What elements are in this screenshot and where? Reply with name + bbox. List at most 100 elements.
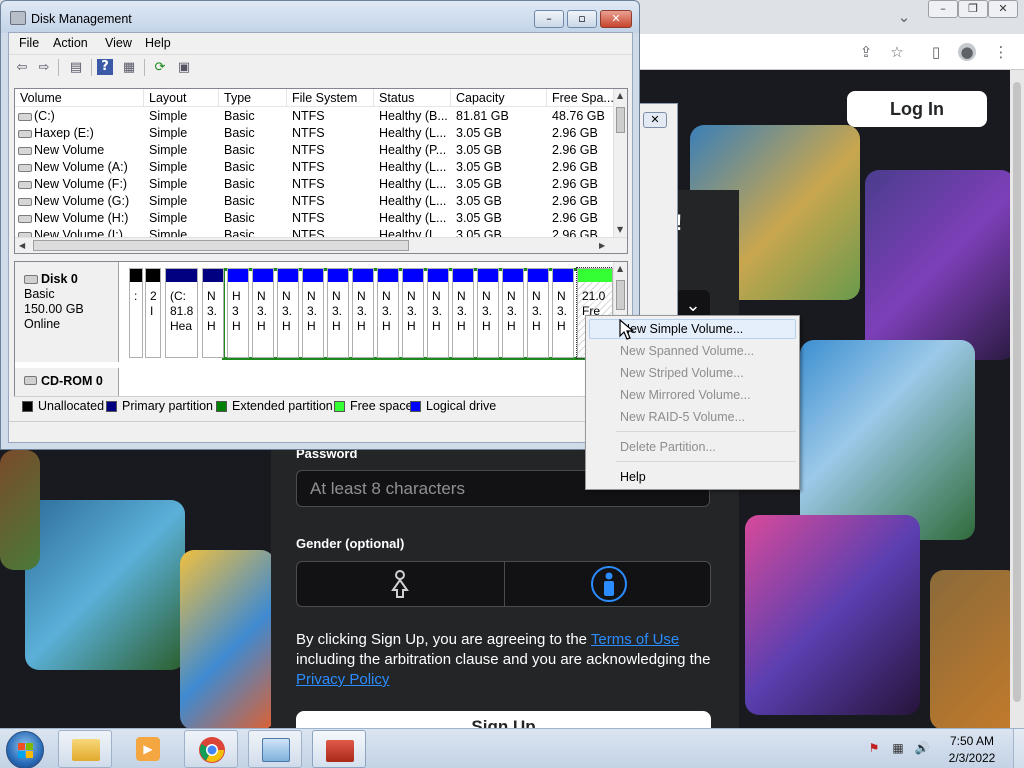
clock-date[interactable]: 2/3/2022 <box>940 751 1004 765</box>
tab-search-chevron-icon[interactable]: ⌄ <box>895 8 913 26</box>
menu-help[interactable]: Help <box>145 36 171 50</box>
bookmark-star-icon[interactable]: ☆ <box>888 43 906 61</box>
privacy-policy-link[interactable]: Privacy Policy <box>296 671 389 688</box>
column-header-volume[interactable]: Volume <box>15 89 144 107</box>
scroll-up-arrow-icon[interactable]: ▲ <box>617 91 623 100</box>
taskbar-chrome[interactable] <box>184 730 238 768</box>
column-header-type[interactable]: Type <box>219 89 287 107</box>
scroll-up-arrow-icon[interactable]: ▲ <box>617 264 623 273</box>
scroll-thumb[interactable] <box>616 107 625 133</box>
menu-item-new-mirrored-volume[interactable]: New Mirrored Volume... <box>589 385 796 405</box>
partition-logical[interactable]: N 3. H <box>327 268 349 358</box>
partition-unallocated[interactable]: : <box>129 268 143 358</box>
menu-item-new-spanned-volume[interactable]: New Spanned Volume... <box>589 341 796 361</box>
taskbar-media-player[interactable]: ▶ <box>120 730 174 768</box>
partition-label: N 3. H <box>357 289 367 334</box>
gender-male-button[interactable] <box>505 562 712 606</box>
maximize-button[interactable]: ▫ <box>567 10 597 28</box>
clock-time[interactable]: 7:50 AM <box>940 734 1004 748</box>
partition-logical[interactable]: N 3. H <box>502 268 524 358</box>
volume-speaker-icon[interactable]: 🔊 <box>914 740 930 756</box>
cdrom-label[interactable]: CD-ROM 0 <box>15 368 119 398</box>
partition-logical[interactable]: N 3. H <box>352 268 374 358</box>
partition-logical[interactable]: N 3. H <box>377 268 399 358</box>
partition-logical[interactable]: N 3. H <box>452 268 474 358</box>
column-header-capacity[interactable]: Capacity <box>451 89 547 107</box>
partition-logical[interactable]: H3H <box>227 268 249 358</box>
partition-primary[interactable]: N 3. H <box>202 268 224 358</box>
back-arrow-icon[interactable]: ⇦ <box>12 58 32 77</box>
column-header-free-space[interactable]: Free Spa... <box>547 89 615 107</box>
scroll-left-arrow-icon[interactable]: ◀ <box>19 241 25 250</box>
menu-item-delete-partition[interactable]: Delete Partition... <box>589 437 796 457</box>
close-button[interactable]: ✕ <box>600 10 632 28</box>
dialog-close-icon[interactable]: ✕ <box>643 112 667 128</box>
help-icon[interactable]: ? <box>97 59 113 75</box>
column-header-status[interactable]: Status <box>374 89 451 107</box>
gender-female-button[interactable] <box>297 562 504 606</box>
horizontal-scroll-thumb[interactable] <box>33 240 409 251</box>
volume-row[interactable]: (C:) Simple Basic NTFS Healthy (B... 81.81 GB… <box>15 108 615 125</box>
properties-icon[interactable]: ▦ <box>119 58 139 77</box>
partition-logical[interactable]: N 3. H <box>402 268 424 358</box>
side-panel-icon[interactable]: ▯ <box>927 43 945 61</box>
menu-item-new-raid5-volume[interactable]: New RAID-5 Volume... <box>589 407 796 427</box>
volume-row[interactable]: New Volume (F:) Simple Basic NTFS Healthy (L… <box>15 176 615 193</box>
browser-minimize-button[interactable]: – <box>928 0 958 18</box>
partition-logical[interactable]: N 3. H <box>477 268 499 358</box>
show-desktop-button[interactable] <box>1013 729 1024 768</box>
volume-row[interactable]: New Volume (A:) Simple Basic NTFS Healthy (L… <box>15 159 615 176</box>
partition-logical[interactable]: N 3. H <box>277 268 299 358</box>
show-hide-tree-icon[interactable]: ▤ <box>66 58 86 77</box>
rescan-disks-icon[interactable]: ▣ <box>174 58 194 77</box>
browser-menu-icon[interactable]: ⋮ <box>992 43 1010 61</box>
legend-label: Primary partition <box>122 399 213 413</box>
disk0-label[interactable]: Disk 0 Basic 150.00 GB Online <box>15 262 119 362</box>
partition-logical[interactable]: N 3. H <box>527 268 549 358</box>
profile-avatar-icon[interactable]: ● <box>958 43 976 61</box>
scroll-thumb[interactable] <box>616 280 625 310</box>
taskbar-computer-management[interactable] <box>312 730 366 768</box>
menu-file[interactable]: File <box>19 36 39 50</box>
scroll-right-arrow-icon[interactable]: ▶ <box>599 241 605 250</box>
column-header-layout[interactable]: Layout <box>144 89 219 107</box>
login-button[interactable]: Log In <box>847 91 987 127</box>
partition-logical[interactable]: N 3. H <box>302 268 324 358</box>
volume-row[interactable]: New Volume (G:) Simple Basic NTFS Healthy (L… <box>15 193 615 210</box>
page-scrollbar-thumb[interactable] <box>1013 82 1021 702</box>
network-icon[interactable]: ▦ <box>890 740 906 756</box>
partition-logical[interactable]: N 3. H <box>252 268 274 358</box>
volume-row[interactable]: New Volume (H:) Simple Basic NTFS Healthy (L… <box>15 210 615 227</box>
page-scrollbar[interactable] <box>1010 70 1024 730</box>
taskbar-control-panel[interactable] <box>248 730 302 768</box>
scroll-down-arrow-icon[interactable]: ▼ <box>617 225 623 234</box>
partition-logical[interactable]: N 3. H <box>552 268 574 358</box>
start-button[interactable] <box>6 731 44 768</box>
minimize-button[interactable]: – <box>534 10 564 28</box>
menu-item-new-striped-volume[interactable]: New Striped Volume... <box>589 363 796 383</box>
volume-row[interactable]: New Volume Simple Basic NTFS Healthy (P... 3.… <box>15 142 615 159</box>
window-titlebar[interactable]: Disk Management – ▫ ✕ <box>1 1 639 33</box>
volume-list-horizontal-scrollbar[interactable]: ◀ ▶ <box>15 237 627 253</box>
browser-restore-button[interactable]: ❐ <box>958 0 988 18</box>
column-header-file-system[interactable]: File System <box>287 89 374 107</box>
forward-arrow-icon[interactable]: ⇨ <box>34 58 54 77</box>
menu-view[interactable]: View <box>105 36 132 50</box>
menu-item-help[interactable]: Help <box>589 467 796 487</box>
browser-close-button[interactable]: ✕ <box>988 0 1018 18</box>
partition-label: N 3. H <box>307 289 317 334</box>
volume-free-space: 2.96 GB <box>552 177 598 191</box>
partition-primary[interactable]: (C: 81.8 Hea <box>165 268 198 358</box>
taskbar-explorer[interactable] <box>58 730 112 768</box>
share-icon[interactable]: ⇪ <box>857 43 875 61</box>
terms-of-use-link[interactable]: Terms of Use <box>591 631 679 648</box>
menu-action[interactable]: Action <box>53 36 88 50</box>
partition-unallocated[interactable]: 2I <box>145 268 161 358</box>
volume-row[interactable]: Haxep (E:) Simple Basic NTFS Healthy (L... 3.… <box>15 125 615 142</box>
partition-logical[interactable]: N 3. H <box>427 268 449 358</box>
partition-label: N 3. H <box>282 289 292 334</box>
action-center-flag-icon[interactable]: ⚑ <box>866 740 882 756</box>
volume-list-vertical-scrollbar[interactable]: ▲ ▼ <box>613 89 627 237</box>
refresh-icon[interactable]: ⟳ <box>150 58 170 77</box>
partition-label-line: H <box>357 319 366 333</box>
